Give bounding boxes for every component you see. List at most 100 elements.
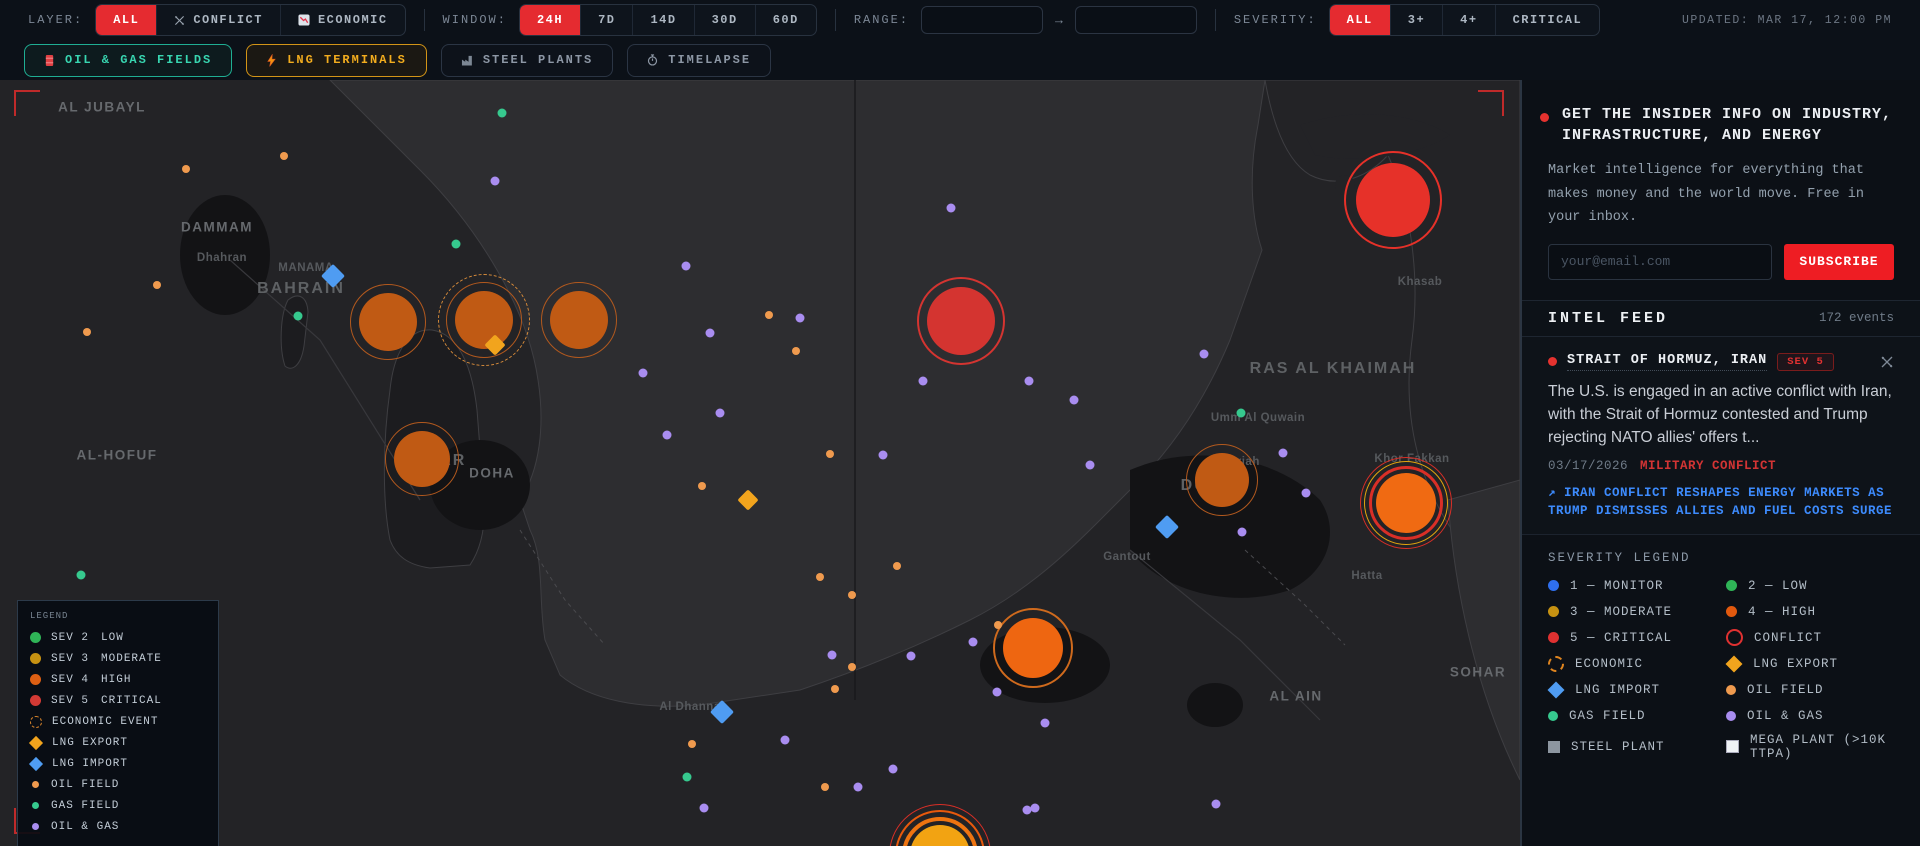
intel-feed-card[interactable]: STRAIT OF HORMUZ, IRAN SEV 5 The U.S. is… bbox=[1522, 337, 1920, 535]
window-label: WINDOW: bbox=[443, 13, 507, 27]
oil-field-dot[interactable] bbox=[83, 328, 91, 336]
oil-gas-dot[interactable] bbox=[639, 369, 648, 378]
oil-field-dot[interactable] bbox=[688, 740, 696, 748]
window-option-7d[interactable]: 7D bbox=[581, 5, 633, 35]
layer-option-conflict[interactable]: CONFLICT bbox=[157, 5, 281, 35]
legend-item-lng-import: LNG IMPORT bbox=[30, 753, 206, 774]
oil-field-dot[interactable] bbox=[765, 311, 773, 319]
oil-gas-dot[interactable] bbox=[491, 177, 500, 186]
oil-gas-dot[interactable] bbox=[969, 638, 978, 647]
oil-gas-dot[interactable] bbox=[716, 409, 725, 418]
window-option-30d[interactable]: 30D bbox=[695, 5, 756, 35]
gas-field-dot[interactable] bbox=[294, 312, 303, 321]
legend-item-oil-gas: OIL & GAS bbox=[30, 816, 206, 837]
layer-toggle-lng-terminals[interactable]: LNG TERMINALS bbox=[246, 44, 427, 77]
event-marker-high[interactable] bbox=[1195, 453, 1249, 507]
oil-gas-dot[interactable] bbox=[1086, 461, 1095, 470]
dot-sev3 bbox=[30, 653, 41, 664]
oil-field-dot[interactable] bbox=[893, 562, 901, 570]
oil-field-dot[interactable] bbox=[182, 165, 190, 173]
event-marker-critical[interactable] bbox=[927, 287, 995, 355]
feed-card-link[interactable]: ↗ IRAN CONFLICT RESHAPES ENERGY MARKETS … bbox=[1548, 484, 1894, 520]
oil-gas-dot[interactable] bbox=[682, 262, 691, 271]
layer-toggle-oil-gas-fields[interactable]: OIL & GAS FIELDS bbox=[24, 44, 232, 77]
oil-field-dot[interactable] bbox=[153, 281, 161, 289]
feed-card-title[interactable]: STRAIT OF HORMUZ, IRAN bbox=[1567, 353, 1767, 371]
gas-field-dot[interactable] bbox=[1237, 409, 1246, 418]
oil-gas-dot[interactable] bbox=[907, 652, 916, 661]
oil-gas-dot[interactable] bbox=[1279, 449, 1288, 458]
severity-option-3[interactable]: 3+ bbox=[1391, 5, 1443, 35]
dot-moderate bbox=[1548, 606, 1559, 617]
event-marker-high[interactable] bbox=[359, 293, 417, 351]
layer-label: LAYER: bbox=[28, 13, 83, 27]
layer-option-economic[interactable]: ECONOMIC bbox=[281, 5, 405, 35]
event-marker-conflict[interactable] bbox=[1376, 473, 1436, 533]
subscribe-button[interactable]: SUBSCRIBE bbox=[1784, 244, 1894, 280]
window-options-group: 24H7D14D30D60D bbox=[519, 4, 817, 36]
range-start-input[interactable] bbox=[921, 6, 1043, 34]
oil-gas-dot[interactable] bbox=[879, 451, 888, 460]
external-arrow-icon: ↗ bbox=[1548, 486, 1556, 500]
intel-feed-title: INTEL FEED bbox=[1548, 310, 1668, 327]
oil-gas-dot[interactable] bbox=[1302, 489, 1311, 498]
oil-field-dot[interactable] bbox=[816, 573, 824, 581]
severity-option-all[interactable]: ALL bbox=[1330, 5, 1391, 35]
oil-gas-dot[interactable] bbox=[854, 783, 863, 792]
oil-gas-dot[interactable] bbox=[706, 329, 715, 338]
oil-field-dot[interactable] bbox=[848, 663, 856, 671]
oil-field-dot[interactable] bbox=[280, 152, 288, 160]
map-base-layer bbox=[0, 80, 1520, 846]
oil-gas-dot[interactable] bbox=[700, 804, 709, 813]
map-canvas[interactable]: AL JUBAYLDAMMAMDhahranMANAMABAHRAINAL-HO… bbox=[0, 80, 1520, 846]
gas-field-dot[interactable] bbox=[683, 773, 692, 782]
map-label-al-jubayl: AL JUBAYL bbox=[58, 100, 146, 115]
event-marker-high-economic[interactable] bbox=[455, 291, 513, 349]
oil-field-dot[interactable] bbox=[831, 685, 839, 693]
gas-field-dot[interactable] bbox=[452, 240, 461, 249]
oil-gas-dot[interactable] bbox=[663, 431, 672, 440]
window-option-24h[interactable]: 24H bbox=[520, 5, 581, 35]
oil-gas-dot[interactable] bbox=[1031, 804, 1040, 813]
severity-option-4[interactable]: 4+ bbox=[1443, 5, 1495, 35]
legend-item-oil-field: OIL FIELD bbox=[30, 774, 206, 795]
oil-gas-dot[interactable] bbox=[781, 736, 790, 745]
severity-filter: SEVERITY: ALL3+4+CRITICAL bbox=[1234, 4, 1600, 36]
oil-gas-dot[interactable] bbox=[1238, 528, 1247, 537]
dot-og bbox=[1726, 711, 1736, 721]
oil-gas-dot[interactable] bbox=[947, 204, 956, 213]
gas-field-dot[interactable] bbox=[77, 571, 86, 580]
map-label-ras-al-khaimah: RAS AL KHAIMAH bbox=[1250, 360, 1417, 378]
oil-gas-dot[interactable] bbox=[1070, 396, 1079, 405]
layer-toggle-timelapse[interactable]: TIMELAPSE bbox=[627, 44, 771, 77]
oil-field-dot[interactable] bbox=[792, 347, 800, 355]
oil-field-dot[interactable] bbox=[821, 783, 829, 791]
severity-option-critical[interactable]: CRITICAL bbox=[1496, 5, 1600, 35]
oil-gas-dot[interactable] bbox=[1212, 800, 1221, 809]
window-option-60d[interactable]: 60D bbox=[756, 5, 816, 35]
oil-field-dot[interactable] bbox=[826, 450, 834, 458]
event-marker-high[interactable] bbox=[1003, 618, 1063, 678]
oil-gas-dot[interactable] bbox=[1025, 377, 1034, 386]
oil-gas-dot[interactable] bbox=[993, 688, 1002, 697]
oil-gas-dot[interactable] bbox=[1200, 350, 1209, 359]
window-option-14d[interactable]: 14D bbox=[633, 5, 694, 35]
oil-field-dot[interactable] bbox=[698, 482, 706, 490]
oil-gas-dot[interactable] bbox=[919, 377, 928, 386]
oil-gas-dot[interactable] bbox=[828, 651, 837, 660]
event-marker-critical[interactable] bbox=[1356, 163, 1430, 237]
layer-option-all[interactable]: ALL bbox=[96, 5, 157, 35]
email-input[interactable] bbox=[1548, 244, 1772, 280]
sq-mega bbox=[1726, 740, 1739, 753]
range-end-input[interactable] bbox=[1075, 6, 1197, 34]
oil-gas-dot[interactable] bbox=[796, 314, 805, 323]
dot-sev4 bbox=[30, 674, 41, 685]
oil-gas-dot[interactable] bbox=[1041, 719, 1050, 728]
gas-field-dot[interactable] bbox=[498, 109, 507, 118]
event-marker-high[interactable] bbox=[550, 291, 608, 349]
oil-field-dot[interactable] bbox=[994, 621, 1002, 629]
layer-toggle-steel-plants[interactable]: STEEL PLANTS bbox=[441, 44, 613, 77]
oil-field-dot[interactable] bbox=[848, 591, 856, 599]
event-marker-high[interactable] bbox=[394, 431, 450, 487]
oil-gas-dot[interactable] bbox=[889, 765, 898, 774]
